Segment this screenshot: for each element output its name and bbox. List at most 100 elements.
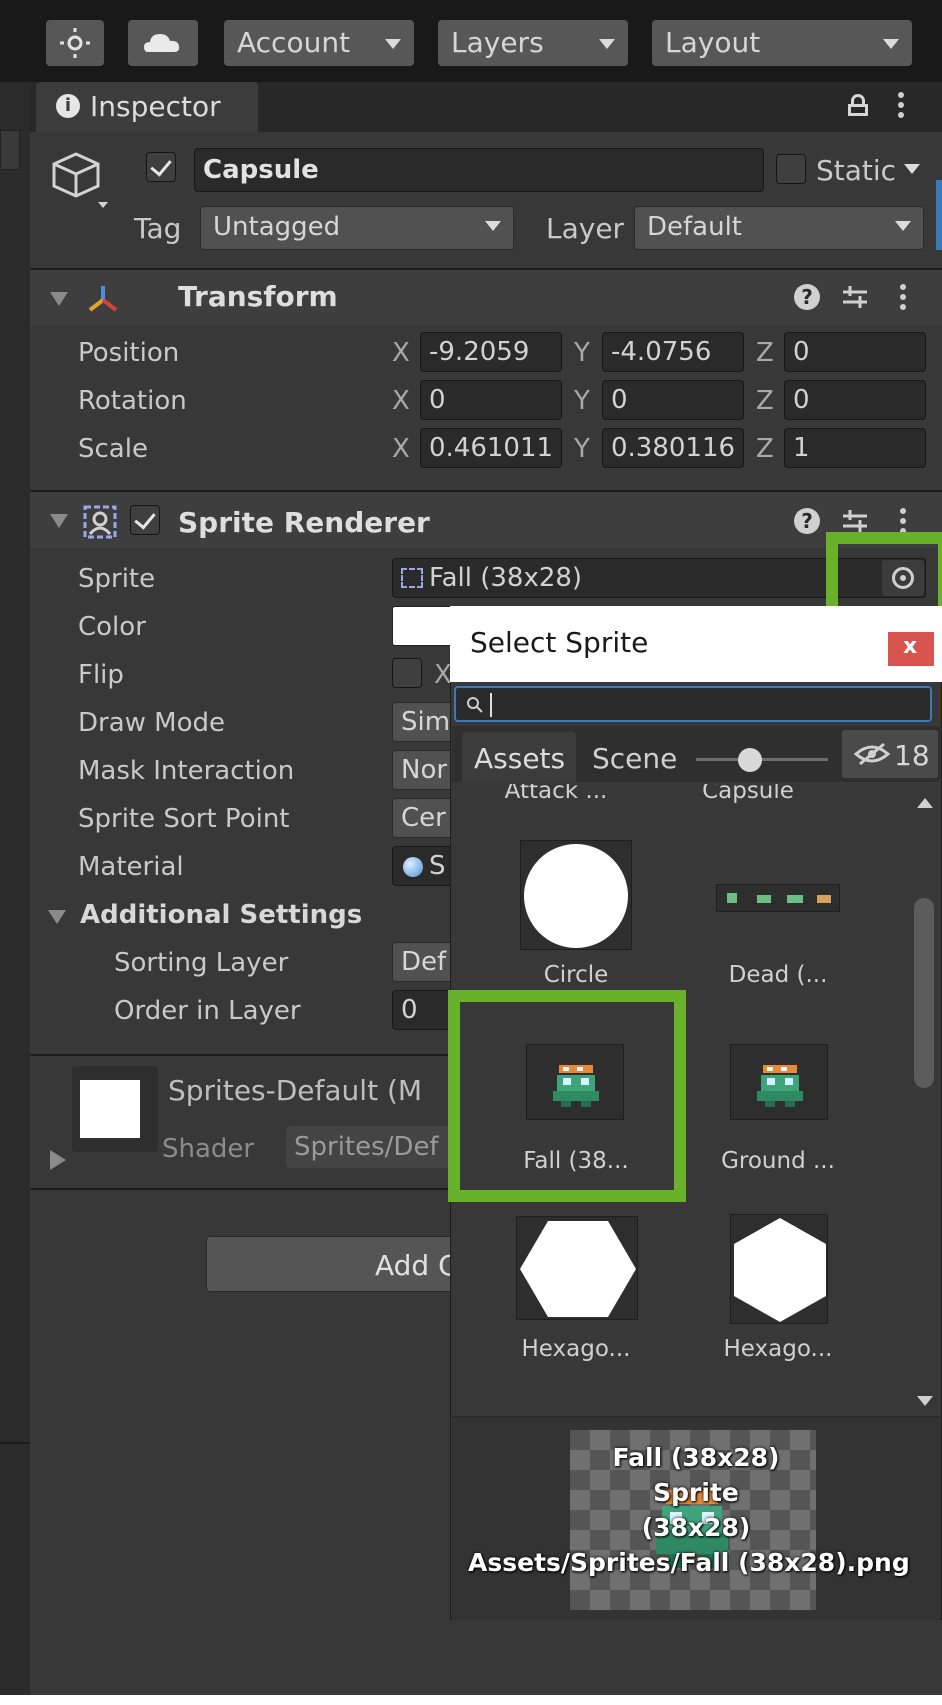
material-sphere-icon bbox=[403, 857, 423, 877]
tile-label-dead: Dead (... bbox=[728, 962, 828, 988]
layer-dropdown[interactable]: Default bbox=[634, 206, 924, 250]
draw-mode-value: Sim bbox=[401, 707, 451, 737]
sprite-renderer-enabled-checkbox[interactable] bbox=[130, 505, 160, 535]
active-checkbox[interactable] bbox=[146, 152, 176, 182]
tile-label-ground: Ground ... bbox=[721, 1148, 835, 1174]
material-value: S bbox=[429, 851, 446, 881]
static-checkbox[interactable] bbox=[776, 154, 806, 184]
zoom-slider[interactable] bbox=[696, 748, 828, 772]
mask-interaction-value: Nor bbox=[401, 755, 448, 785]
axis-y-label[interactable]: Y bbox=[574, 386, 590, 416]
rotation-z-field[interactable]: 0 bbox=[784, 380, 926, 420]
axis-y-label[interactable]: Y bbox=[574, 434, 590, 464]
tile-label-capsule[interactable]: Capsule bbox=[678, 784, 818, 804]
position-x-field[interactable]: -9.2059 bbox=[420, 332, 562, 372]
preview-dimensions: (38x28) bbox=[641, 1513, 751, 1542]
position-label: Position bbox=[78, 338, 180, 368]
sprite-renderer-menu-kebab-icon[interactable] bbox=[900, 508, 906, 514]
shader-label: Shader bbox=[162, 1134, 255, 1164]
presets-icon[interactable] bbox=[840, 282, 870, 312]
axis-z-label[interactable]: Z bbox=[756, 386, 774, 416]
fall-tile-highlight bbox=[448, 990, 686, 1202]
left-panel-divider bbox=[0, 1442, 30, 1444]
play-settings-button[interactable] bbox=[46, 20, 104, 66]
tag-dropdown[interactable]: Untagged bbox=[200, 206, 514, 250]
picker-search-input[interactable] bbox=[454, 686, 932, 722]
sprite-tile-circle[interactable] bbox=[520, 840, 632, 950]
axis-x-label[interactable]: X bbox=[392, 434, 410, 464]
axis-x-label[interactable]: X bbox=[392, 386, 410, 416]
sprite-tile-ground[interactable] bbox=[730, 1044, 828, 1120]
info-icon: i bbox=[56, 94, 80, 118]
hidden-toggle-button[interactable]: 18 bbox=[842, 730, 938, 778]
position-x-value: -9.2059 bbox=[429, 337, 530, 367]
layers-dropdown[interactable]: Layers bbox=[438, 20, 628, 66]
scale-label: Scale bbox=[78, 434, 148, 464]
scroll-down-arrow-icon[interactable] bbox=[917, 1396, 933, 1406]
sprite-tile-hexagon-flat[interactable] bbox=[516, 1216, 638, 1320]
account-label: Account bbox=[237, 26, 351, 59]
static-label[interactable]: Static bbox=[816, 154, 896, 187]
scale-x-value: 0.461011 bbox=[429, 433, 554, 463]
sprite-tile-dead[interactable] bbox=[716, 884, 840, 912]
position-y-value: -4.0756 bbox=[611, 337, 712, 367]
scale-y-value: 0.380116 bbox=[611, 433, 736, 463]
material-expand-icon[interactable] bbox=[50, 1150, 66, 1170]
tab-inspector[interactable]: i Inspector bbox=[36, 82, 258, 132]
sprite-renderer-fold-icon[interactable] bbox=[50, 514, 68, 528]
flip-x-checkbox[interactable] bbox=[392, 658, 422, 688]
dead-sprite-sheet-icon bbox=[727, 893, 737, 903]
grid-scrollbar[interactable] bbox=[910, 784, 940, 1406]
add-component-label: Add C bbox=[375, 1249, 458, 1282]
axis-y-label[interactable]: Y bbox=[574, 338, 590, 368]
tab-menu-kebab-icon[interactable] bbox=[898, 92, 904, 98]
mask-interaction-label: Mask Interaction bbox=[78, 756, 295, 786]
scroll-thumb[interactable] bbox=[914, 898, 934, 1088]
close-button[interactable]: x bbox=[888, 632, 934, 666]
sprite-label: Sprite bbox=[78, 564, 156, 594]
additional-settings-label[interactable]: Additional Settings bbox=[80, 900, 362, 930]
scale-z-value: 1 bbox=[793, 433, 810, 463]
hexagon-pointy-sprite-icon bbox=[734, 1218, 826, 1322]
scale-x-field[interactable]: 0.461011 bbox=[420, 428, 562, 468]
preview-path: Assets/Sprites/Fall (38x28).png bbox=[468, 1548, 910, 1577]
axis-z-label[interactable]: Z bbox=[756, 338, 774, 368]
static-chevron-down-icon[interactable] bbox=[904, 164, 920, 174]
scale-z-field[interactable]: 1 bbox=[784, 428, 926, 468]
position-z-value: 0 bbox=[793, 337, 810, 367]
flip-label: Flip bbox=[78, 660, 124, 690]
search-icon bbox=[467, 697, 483, 713]
rotation-x-field[interactable]: 0 bbox=[420, 380, 562, 420]
transform-menu-kebab-icon[interactable] bbox=[900, 284, 906, 290]
additional-settings-fold-icon[interactable] bbox=[48, 910, 66, 924]
position-y-field[interactable]: -4.0756 bbox=[602, 332, 744, 372]
cloud-button[interactable] bbox=[128, 20, 198, 66]
sorting-layer-label: Sorting Layer bbox=[114, 948, 289, 978]
layout-dropdown[interactable]: Layout bbox=[652, 20, 912, 66]
rotation-y-field[interactable]: 0 bbox=[602, 380, 744, 420]
scale-y-field[interactable]: 0.380116 bbox=[602, 428, 744, 468]
layers-label: Layers bbox=[451, 26, 544, 59]
axis-x-label[interactable]: X bbox=[392, 338, 410, 368]
axis-z-label[interactable]: Z bbox=[756, 434, 774, 464]
help-icon[interactable]: ? bbox=[794, 284, 820, 310]
zoom-slider-thumb[interactable] bbox=[738, 748, 762, 772]
color-label: Color bbox=[78, 612, 146, 642]
account-dropdown[interactable]: Account bbox=[224, 20, 414, 66]
position-z-field[interactable]: 0 bbox=[784, 332, 926, 372]
gameobject-cube-icon[interactable] bbox=[46, 150, 116, 216]
tab-scene[interactable]: Scene bbox=[580, 732, 690, 782]
dead-sprite-frame bbox=[787, 895, 803, 903]
help-icon[interactable]: ? bbox=[794, 508, 820, 534]
preview-type: Sprite bbox=[653, 1478, 739, 1507]
scroll-up-arrow-icon[interactable] bbox=[917, 798, 933, 808]
object-name-field[interactable]: Capsule bbox=[194, 148, 764, 192]
tile-label-attack[interactable]: Attack ... bbox=[496, 784, 616, 804]
transform-fold-icon[interactable] bbox=[50, 292, 68, 306]
lock-icon[interactable] bbox=[848, 94, 868, 116]
object-name-text: Capsule bbox=[203, 155, 319, 185]
tab-assets[interactable]: Assets bbox=[462, 732, 576, 782]
sprite-renderer-title: Sprite Renderer bbox=[178, 506, 430, 539]
sprite-tile-hexagon-pointy[interactable] bbox=[730, 1214, 828, 1324]
tag-label: Tag bbox=[134, 212, 182, 245]
